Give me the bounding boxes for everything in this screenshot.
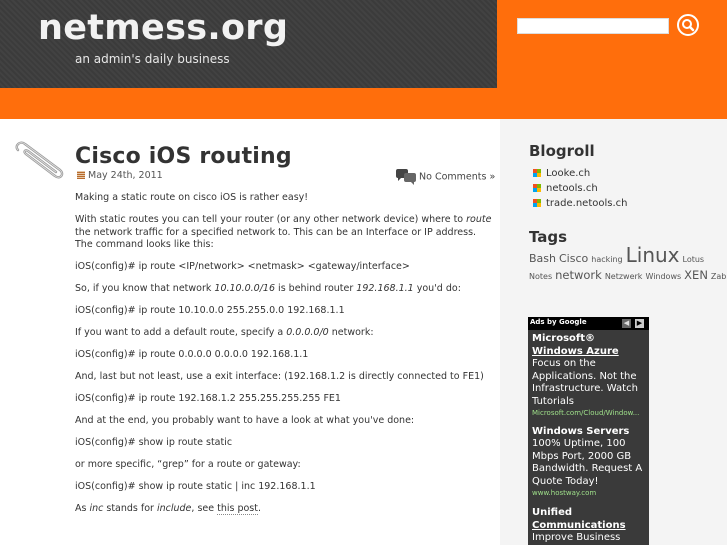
ad-title-link[interactable]: Communications	[532, 520, 626, 531]
tags-heading: Tags	[529, 228, 568, 246]
site-tagline: an admin's daily business	[75, 52, 230, 66]
ad-title[interactable]: Unified	[532, 506, 648, 519]
windows-icon	[533, 169, 541, 177]
ad-box: Ads by Google ◀ ▶ Microsoft® Windows Azu…	[528, 317, 649, 545]
chevron-right-icon[interactable]: ▶	[635, 319, 644, 328]
post-body: Making a static route on cisco iOS is ra…	[75, 192, 495, 525]
windows-icon	[533, 199, 541, 207]
ad-item[interactable]: Microsoft® Windows Azure Focus on the Ap…	[532, 332, 648, 418]
post-paragraph: Making a static route on cisco iOS is ra…	[75, 192, 309, 203]
ad-url[interactable]: Microsoft.com/Cloud/Window...	[532, 408, 648, 418]
code-line: iOS(config)# ip route 192.168.1.2 255.25…	[75, 393, 341, 404]
ad-item[interactable]: Unified Communications Improve Business	[532, 506, 648, 545]
tag-link[interactable]: XEN	[684, 268, 708, 282]
windows-icon	[533, 184, 541, 192]
site-title[interactable]: netmess.org	[38, 8, 288, 48]
ad-text: Improve Business	[532, 532, 621, 543]
post-date: May 24th, 2011	[77, 170, 163, 181]
tag-link[interactable]: Zabbix	[711, 272, 727, 281]
post-date-text: May 24th, 2011	[88, 170, 163, 181]
post-paragraph: So, if you know that network 10.10.0.0/1…	[75, 283, 461, 294]
post-paragraph: If you want to add a default route, spec…	[75, 327, 374, 338]
code-line: iOS(config)# ip route 0.0.0.0 0.0.0.0 19…	[75, 349, 309, 360]
post-paragraph: As inc stands for include, see this post…	[75, 503, 262, 515]
ad-text: 100% Uptime, 100 Mbps Port, 2000 GB Band…	[532, 438, 643, 487]
tag-link[interactable]: network	[555, 268, 602, 282]
post-paragraph: With static routes you can tell your rou…	[75, 214, 492, 250]
tag-link[interactable]: Netzwerk	[605, 272, 643, 281]
header-band	[0, 88, 727, 119]
ads-by-google-label[interactable]: Ads by Google	[530, 318, 587, 326]
search-input[interactable]	[517, 18, 669, 34]
search-area	[497, 0, 727, 88]
tag-link[interactable]: hacking	[591, 255, 622, 264]
code-line: iOS(config)# ip route 10.10.0.0 255.255.…	[75, 305, 345, 316]
ad-item[interactable]: Windows Servers 100% Uptime, 100 Mbps Po…	[532, 425, 648, 498]
tag-link[interactable]: Cisco	[559, 252, 588, 265]
tag-link[interactable]: Linux	[626, 243, 680, 267]
blogroll-heading: Blogroll	[529, 142, 595, 160]
ad-title[interactable]: Windows Servers	[532, 425, 648, 438]
post-title[interactable]: Cisco iOS routing	[75, 144, 292, 169]
blogroll-item[interactable]: netools.ch	[533, 181, 628, 196]
site-header: netmess.org an admin's daily business	[0, 0, 727, 88]
tag-link[interactable]: Windows	[645, 272, 681, 281]
code-line: iOS(config)# show ip route static | inc …	[75, 481, 316, 492]
code-line: iOS(config)# show ip route static	[75, 437, 233, 448]
ad-url[interactable]: www.hostway.com	[532, 488, 648, 498]
post-paragraph: or more specific, “grep” for a route or …	[75, 459, 301, 470]
blogroll-item[interactable]: trade.netools.ch	[533, 196, 628, 211]
chevron-left-icon[interactable]: ◀	[622, 319, 631, 328]
comments-icon	[396, 169, 416, 185]
code-line: iOS(config)# ip route <IP/network> <netm…	[75, 261, 410, 272]
ad-header: Ads by Google ◀ ▶	[528, 317, 649, 330]
search-button[interactable]	[677, 14, 699, 36]
this-post-link[interactable]: this post	[217, 503, 258, 515]
ad-text: Focus on the Applications. Not the Infra…	[532, 358, 638, 407]
ad-title-link[interactable]: Windows Azure	[532, 346, 619, 357]
calendar-icon	[77, 171, 85, 179]
post-paragraph: And, last but not least, use a exit inte…	[75, 371, 484, 382]
ad-title[interactable]: Microsoft®	[532, 332, 648, 345]
search-icon	[682, 19, 695, 32]
paperclip-icon	[15, 141, 64, 179]
post-paragraph: And at the end, you probably want to hav…	[75, 415, 415, 426]
blogroll-list: Looke.ch netools.ch trade.netools.ch	[533, 166, 628, 211]
comments-label: No Comments »	[419, 171, 496, 183]
comments-link[interactable]: No Comments »	[395, 168, 495, 186]
tag-link[interactable]: Bash	[529, 252, 556, 265]
tag-cloud: Bash Cisco hacking Linux Lotus Notes network N…	[529, 245, 727, 284]
blogroll-item[interactable]: Looke.ch	[533, 166, 628, 181]
